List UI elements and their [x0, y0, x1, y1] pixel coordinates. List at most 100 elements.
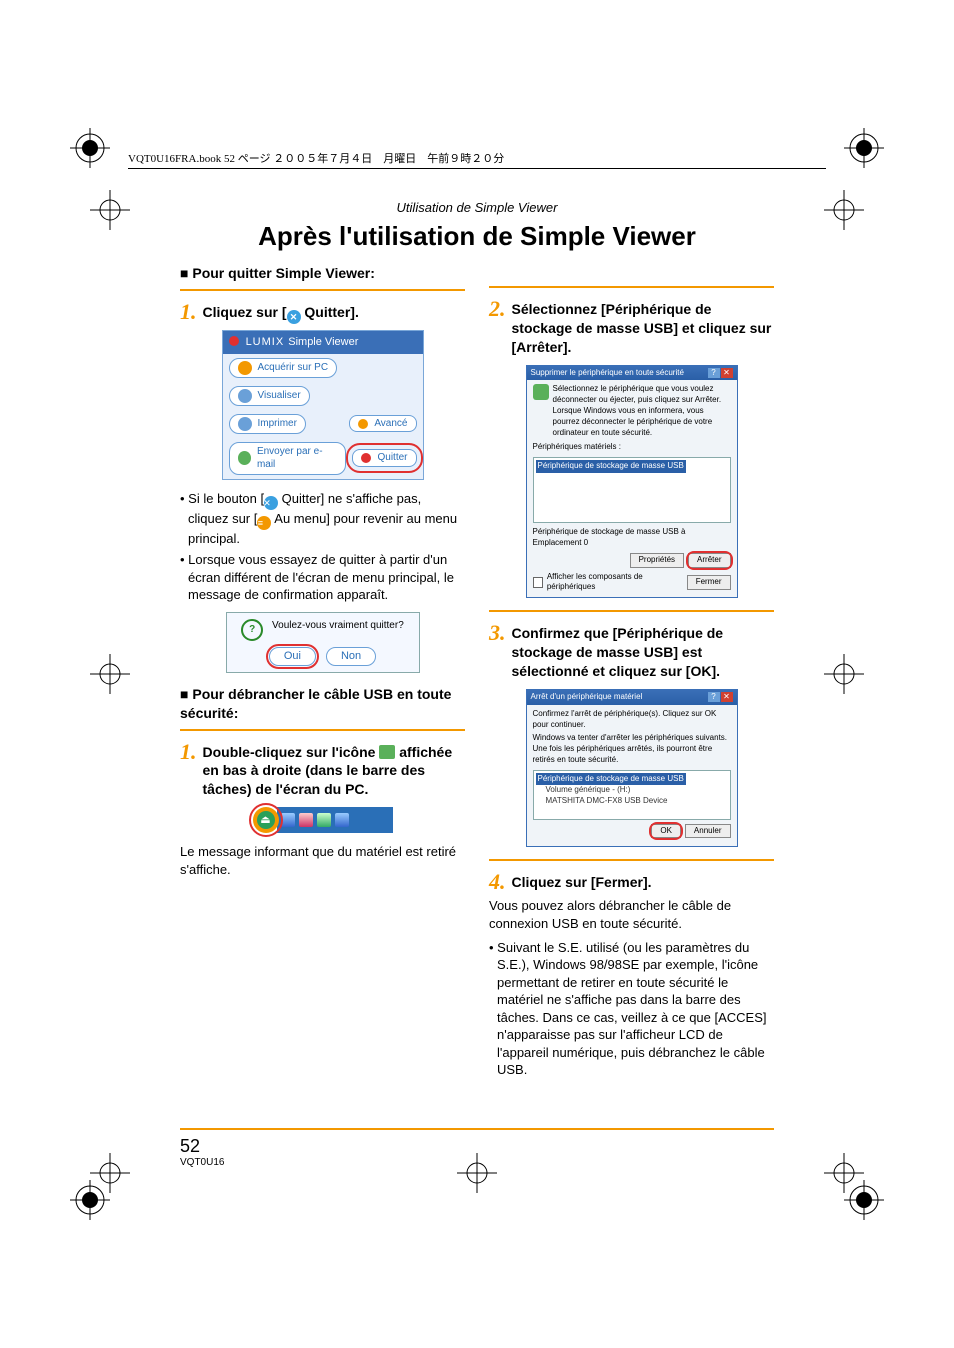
regmark-tl [70, 128, 110, 168]
device-item[interactable]: Périphérique de stockage de masse USB [536, 773, 686, 786]
doc-id: VQT0U16 [180, 1157, 774, 1168]
right-column: 2 Sélectionnez [Périphérique de stockage… [489, 260, 774, 1085]
device-list[interactable]: Périphérique de stockage de masse USB [533, 457, 731, 523]
step-text: Double-cliquez sur l'icône affichée en b… [203, 741, 466, 800]
source-header: VQT0U16FRA.book 52 ページ ２００５年７月４日 月曜日 午前９… [128, 150, 826, 169]
note-2: Lorsque vous essayez de quitter à partir… [180, 551, 465, 604]
note-1: Si le bouton [✕ Quitter] ne s'affiche pa… [180, 490, 465, 548]
step-text: Sélectionnez [Périphérique de stockage d… [512, 298, 775, 357]
dialog-intro: Sélectionnez le périphérique que vous vo… [553, 384, 731, 438]
cancel-button[interactable]: Annuler [685, 824, 731, 839]
step-1-left: 1 Cliquez sur [✕ Quitter]. [180, 301, 465, 324]
tray-icon [299, 813, 313, 827]
page-footer: 52 VQT0U16 [180, 1124, 774, 1168]
view-button[interactable]: Visualiser [229, 386, 310, 406]
view-icon [238, 389, 252, 403]
step-text: Cliquez sur [✕ Quitter]. [203, 301, 359, 324]
tray-icon [335, 813, 349, 827]
stop-device-dialog: Arrêt d'un périphérique matériel ?✕ Conf… [526, 689, 738, 848]
step-2: 2 Sélectionnez [Périphérique de stockage… [489, 298, 774, 357]
subhead-usb: ■ Pour débrancher le câble USB en toute … [180, 685, 465, 723]
confirm-message: Voulez-vous vraiment quitter? [272, 620, 404, 631]
close-button[interactable]: Fermer [687, 575, 731, 590]
page-title: Après l'utilisation de Simple Viewer [180, 221, 774, 252]
print-icon [238, 417, 252, 431]
print-button[interactable]: Imprimer [229, 414, 306, 434]
window-controls[interactable]: ?✕ [707, 692, 733, 703]
help-icon[interactable]: ? [708, 692, 720, 702]
simple-viewer-panel: LUMIX Simple Viewer Acquérir sur PC Visu… [222, 330, 424, 480]
step-number: 1 [180, 301, 197, 324]
note-os: Suivant le S.E. utilisé (ou les paramètr… [489, 939, 774, 1079]
regmark-tl2 [90, 190, 130, 230]
notes-list: Si le bouton [✕ Quitter] ne s'affiche pa… [180, 490, 465, 604]
mail-icon [238, 451, 251, 465]
advanced-icon [358, 419, 368, 429]
rule [489, 610, 774, 612]
page-number: 52 [180, 1136, 774, 1157]
acquire-button[interactable]: Acquérir sur PC [229, 358, 338, 378]
window-controls[interactable]: ?✕ [707, 368, 733, 379]
step-number: 4 [489, 871, 506, 893]
dialog-line2: Windows va tenter d'arrêter les périphér… [533, 733, 731, 765]
subhead-quit: ■ Pour quitter Simple Viewer: [180, 264, 465, 283]
step-4: 4 Cliquez sur [Fermer]. [489, 871, 774, 893]
regmark-bl2 [90, 1153, 130, 1193]
step-text: Confirmez que [Périphérique de stockage … [512, 622, 775, 681]
rule [180, 729, 465, 731]
after-step-text: Le message informant que du matériel est… [180, 843, 465, 878]
step-1-usb: 1 Double-cliquez sur l'icône affichée en… [180, 741, 465, 800]
step-3: 3 Confirmez que [Périphérique de stockag… [489, 622, 774, 681]
regmark-ml [90, 654, 130, 694]
panel-title: LUMIX Simple Viewer [223, 331, 423, 354]
device-desc: Périphérique de stockage de masse USB à … [533, 527, 731, 549]
device-subitem[interactable]: MATSHITA DMC-FX8 USB Device [536, 796, 728, 807]
running-head: Utilisation de Simple Viewer [180, 200, 774, 215]
checkbox-label: Afficher les composants de périphériques [547, 572, 683, 594]
rule [489, 859, 774, 861]
confirm-no-button[interactable]: Non [326, 647, 376, 666]
rule [180, 289, 465, 291]
ok-button[interactable]: OK [651, 824, 681, 839]
device-list[interactable]: Périphérique de stockage de masse USB Vo… [533, 770, 731, 820]
left-column: ■ Pour quitter Simple Viewer: 1 Cliquez … [180, 260, 465, 1085]
step-number: 3 [489, 622, 506, 681]
quit-button[interactable]: Quitter [352, 449, 416, 467]
close-icon[interactable]: ✕ [721, 368, 733, 378]
properties-button[interactable]: Propriétés [630, 553, 684, 568]
rule [489, 286, 774, 288]
brand-dot-icon [229, 336, 239, 346]
dialog-title: Supprimer le périphérique en toute sécur… [531, 368, 684, 379]
menu-icon: ≡ [257, 516, 271, 530]
regmark-br2 [824, 1153, 864, 1193]
advanced-button[interactable]: Avancé [349, 415, 416, 433]
rule [180, 1128, 774, 1130]
regmark-tr [844, 128, 884, 168]
help-icon[interactable]: ? [708, 368, 720, 378]
paragraph: Vous pouvez alors débrancher le câble de… [489, 897, 774, 932]
eject-icon [379, 745, 395, 759]
tray-icon [317, 813, 331, 827]
camera-icon [238, 361, 252, 375]
dialog-title: Arrêt d'un périphérique matériel [531, 692, 643, 703]
step-number: 2 [489, 298, 506, 357]
quit-icon [361, 453, 371, 463]
email-button[interactable]: Envoyer par e-mail [229, 442, 347, 475]
eject-tray-icon[interactable]: ⏏ [253, 807, 279, 833]
close-icon: ✕ [264, 496, 278, 510]
close-icon[interactable]: ✕ [721, 692, 733, 702]
device-subitem[interactable]: Volume générique - (H:) [536, 785, 728, 796]
taskbar-figure: ⏏ [253, 807, 393, 833]
safely-remove-dialog: Supprimer le périphérique en toute sécur… [526, 365, 738, 599]
list-label: Périphériques matériels : [533, 442, 731, 453]
show-components-checkbox[interactable] [533, 577, 543, 588]
dialog-line1: Confirmez l'arrêt de périphérique(s). Cl… [533, 709, 731, 731]
tray-icon [281, 813, 295, 827]
question-icon: ? [241, 619, 263, 641]
close-icon: ✕ [287, 310, 301, 324]
confirm-yes-button[interactable]: Oui [269, 647, 316, 666]
regmark-mr [824, 654, 864, 694]
device-item[interactable]: Périphérique de stockage de masse USB [536, 460, 686, 473]
step-text: Cliquez sur [Fermer]. [512, 871, 652, 893]
stop-button[interactable]: Arrêter [688, 553, 730, 568]
